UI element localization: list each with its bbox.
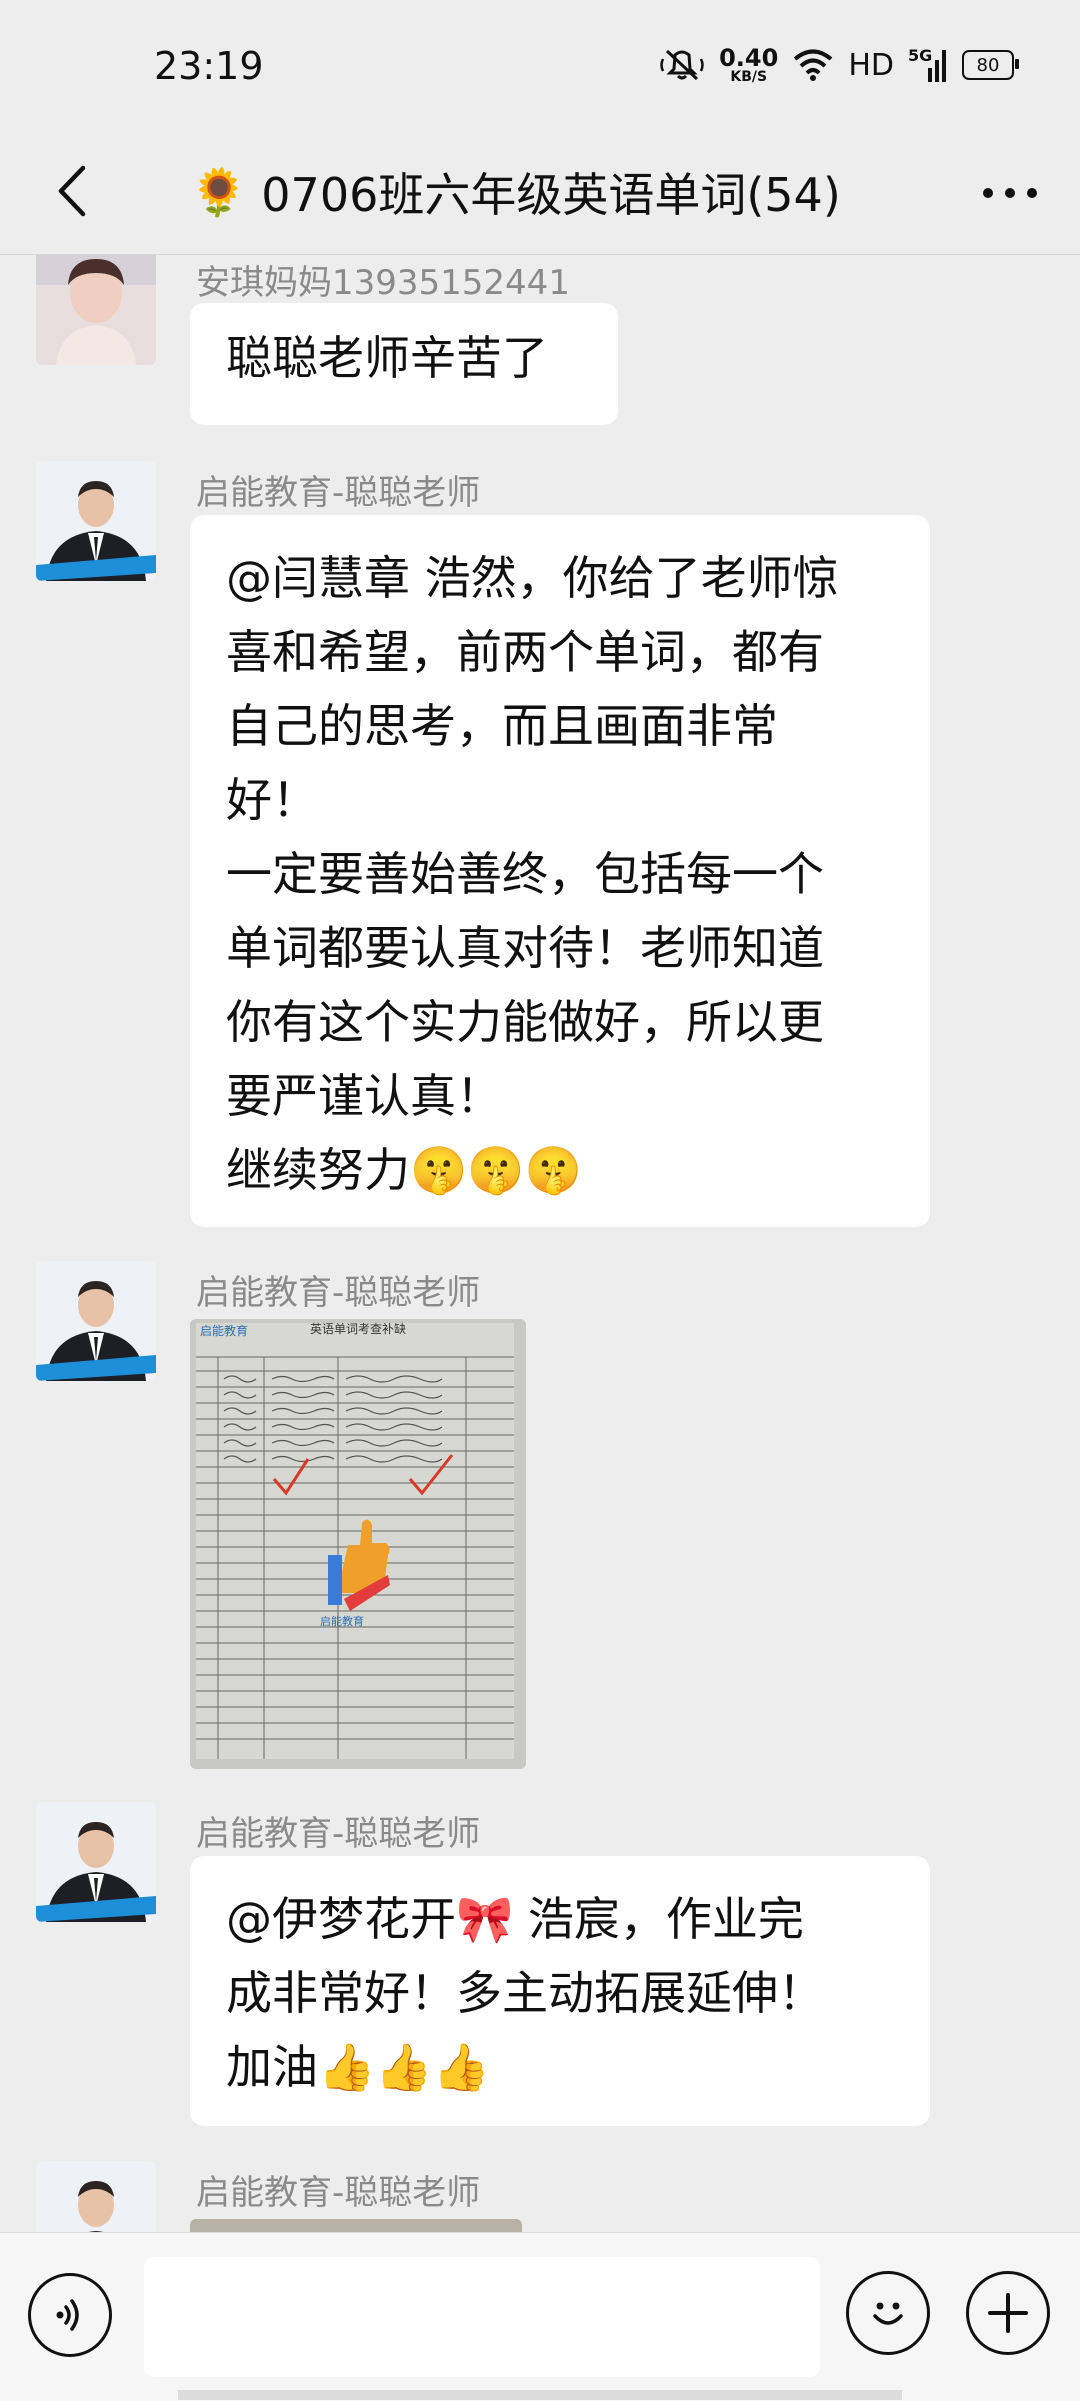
chevron-left-icon <box>58 165 86 217</box>
message-line: 一定要善始善终，包括每一个 <box>226 847 824 901</box>
message-line: 聪聪老师辛苦了 <box>226 331 548 385</box>
voice-button[interactable] <box>28 2273 112 2357</box>
input-bar <box>0 2232 1080 2401</box>
mute-bell-icon <box>659 47 705 83</box>
avatar[interactable] <box>36 2161 156 2232</box>
signal-label: 5G <box>908 46 933 65</box>
sender-name: 启能教育-聪聪老师 <box>196 1273 481 1313</box>
message-line: 要严谨认真！ <box>226 1069 502 1123</box>
wifi-icon <box>792 48 834 82</box>
sender-name: 安琪妈妈13935152441 <box>196 263 570 303</box>
more-button[interactable] <box>970 158 1050 228</box>
message-line: 单词都要认真对待！老师知道 <box>226 921 824 975</box>
message-line: 喜和希望，前两个单词，都有 <box>226 625 824 679</box>
image-brand-watermark: 启能教育 <box>320 1614 364 1628</box>
image-message[interactable] <box>190 2219 522 2232</box>
more-functions-button[interactable] <box>966 2271 1050 2355</box>
sender-name: 启能教育-聪聪老师 <box>196 1814 481 1854</box>
sender-name: 启能教育-聪聪老师 <box>196 473 481 513</box>
chat-title-text: 0706班六年级英语单词(54) <box>261 168 841 222</box>
image-message[interactable]: 启能教育 英语单词考查补缺 启能教育 <box>190 1319 526 1769</box>
image-title: 英语单词考查补缺 <box>310 1321 406 1336</box>
message-bubble[interactable]: @闫慧章 浩然，你给了老师惊 喜和希望，前两个单词，都有 自己的思考，而且画面非… <box>190 515 930 1227</box>
message-input[interactable] <box>144 2257 820 2377</box>
message-line: 加油👍👍👍 <box>226 2040 490 2094</box>
plus-icon <box>988 2293 1028 2333</box>
network-speed: 0.40 KB/S <box>719 44 779 85</box>
emoji-button[interactable] <box>846 2271 930 2355</box>
gesture-bar <box>178 2390 902 2400</box>
avatar[interactable] <box>36 1802 156 1922</box>
message-line: 继续努力🤫🤫🤫 <box>226 1143 582 1197</box>
battery-icon: 80 <box>962 50 1019 80</box>
message-bubble[interactable]: 聪聪老师辛苦了 <box>190 303 618 425</box>
status-bar: 23:19 0.40 KB/S HD 5G 80 <box>0 0 1080 130</box>
network-type: HD <box>848 47 894 83</box>
status-time: 23:19 <box>154 44 264 88</box>
message-bubble[interactable]: @伊梦花开🎀 浩宸，作业完 成非常好！多主动拓展延伸！ 加油👍👍👍 <box>190 1856 930 2126</box>
message-line: 自己的思考，而且画面非常 <box>226 699 778 753</box>
message-line: @闫慧章 浩然，你给了老师惊 <box>226 551 839 605</box>
sunflower-icon: 🌻 <box>190 164 248 219</box>
battery-level: 80 <box>976 54 1000 76</box>
image-brand: 启能教育 <box>200 1323 248 1338</box>
avatar[interactable] <box>36 1261 156 1381</box>
avatar[interactable] <box>36 461 156 581</box>
more-dots-icon <box>983 188 1037 198</box>
sender-name: 启能教育-聪聪老师 <box>196 2173 481 2213</box>
chat-header: 🌻 0706班六年级英语单词(54) <box>0 130 1080 254</box>
chat-message-list[interactable]: 安琪妈妈13935152441 聪聪老师辛苦了 启能教育-聪聪老师 @闫慧章 浩… <box>0 255 1080 2232</box>
voice-icon <box>56 2299 79 2331</box>
message-line: @伊梦花开🎀 浩宸，作业完 <box>226 1892 804 1946</box>
emoji-smile-icon <box>873 2302 903 2325</box>
signal-icon: 5G <box>908 46 948 84</box>
message-line: 好！ <box>226 773 318 827</box>
back-button[interactable] <box>36 156 106 226</box>
status-icons: 0.40 KB/S HD 5G 80 <box>659 40 1019 90</box>
avatar[interactable] <box>36 255 156 365</box>
chat-title: 🌻 0706班六年级英语单词(54) <box>190 154 841 230</box>
message-line: 你有这个实力能做好，所以更 <box>226 995 824 1049</box>
message-line: 成非常好！多主动拓展延伸！ <box>226 1966 824 2020</box>
